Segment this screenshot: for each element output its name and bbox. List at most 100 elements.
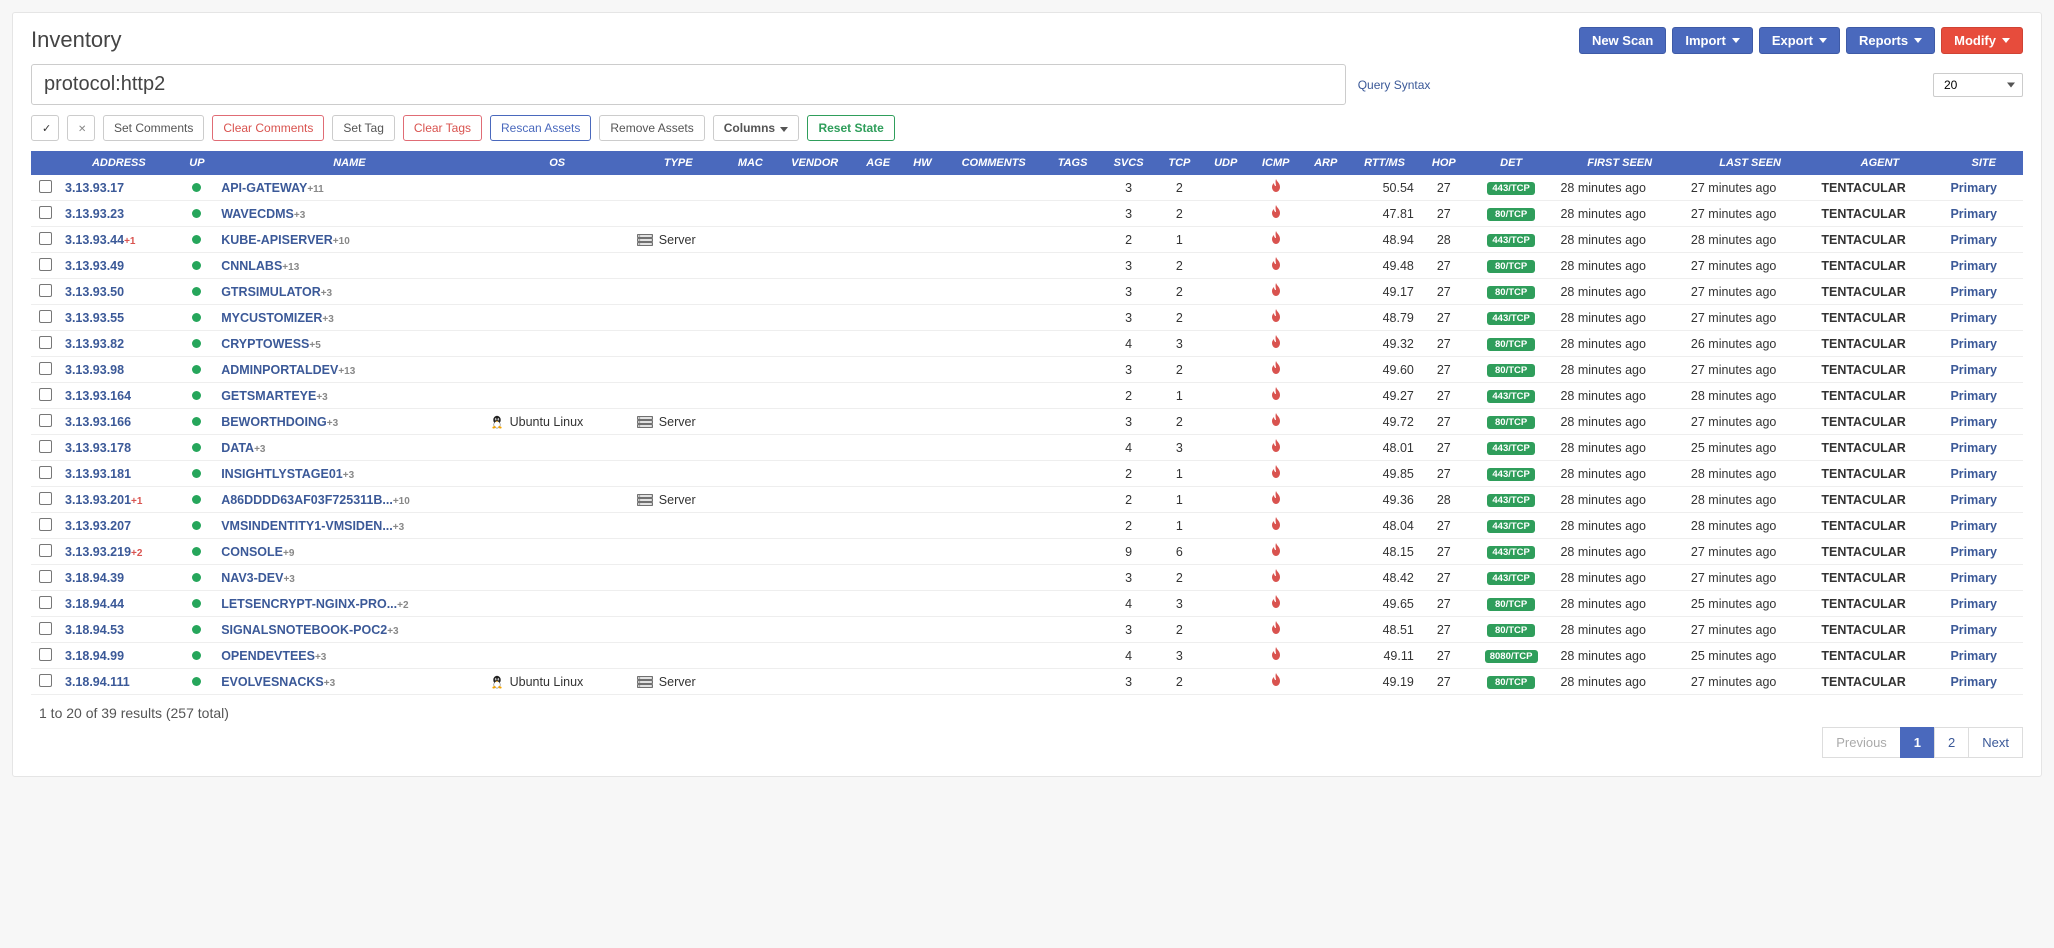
set-tag-button[interactable]: Set Tag xyxy=(332,115,394,141)
table-row[interactable]: 3.13.93.178DATA+34348.0127443/TCP28 minu… xyxy=(31,435,2023,461)
site-link[interactable]: Primary xyxy=(1950,675,1997,689)
row-checkbox[interactable] xyxy=(39,180,52,193)
site-link[interactable]: Primary xyxy=(1950,545,1997,559)
import-button[interactable]: Import xyxy=(1672,27,1752,54)
confirm-button[interactable] xyxy=(31,115,59,141)
name-link[interactable]: CRYPTOWESS xyxy=(221,337,309,351)
name-link[interactable]: ADMINPORTALDEV xyxy=(221,363,338,377)
site-link[interactable]: Primary xyxy=(1950,311,1997,325)
site-link[interactable]: Primary xyxy=(1950,597,1997,611)
site-link[interactable]: Primary xyxy=(1950,285,1997,299)
address-link[interactable]: 3.13.93.164 xyxy=(65,389,131,403)
row-checkbox[interactable] xyxy=(39,596,52,609)
site-link[interactable]: Primary xyxy=(1950,519,1997,533)
site-link[interactable]: Primary xyxy=(1950,623,1997,637)
name-link[interactable]: INSIGHTLYSTAGE01 xyxy=(221,467,343,481)
name-link[interactable]: DATA xyxy=(221,441,254,455)
row-checkbox[interactable] xyxy=(39,518,52,531)
set-comments-button[interactable]: Set Comments xyxy=(103,115,204,141)
clear-comments-button[interactable]: Clear Comments xyxy=(212,115,324,141)
row-checkbox[interactable] xyxy=(39,466,52,479)
address-link[interactable]: 3.13.93.181 xyxy=(65,467,131,481)
clear-button[interactable] xyxy=(67,115,95,141)
site-link[interactable]: Primary xyxy=(1950,493,1997,507)
site-link[interactable]: Primary xyxy=(1950,207,1997,221)
name-link[interactable]: MYCUSTOMIZER xyxy=(221,311,322,325)
table-row[interactable]: 3.18.94.53SIGNALSNOTEBOOK-POC2+33248.512… xyxy=(31,617,2023,643)
site-link[interactable]: Primary xyxy=(1950,415,1997,429)
site-link[interactable]: Primary xyxy=(1950,441,1997,455)
col-type[interactable]: TYPE xyxy=(631,151,726,175)
address-link[interactable]: 3.13.93.98 xyxy=(65,363,124,377)
name-link[interactable]: LETSENCRYPT-NGINX-PRO... xyxy=(221,597,397,611)
name-link[interactable]: BEWORTHDOING xyxy=(221,415,327,429)
table-row[interactable]: 3.13.93.207VMSINDENTITY1-VMSIDEN...+3214… xyxy=(31,513,2023,539)
address-link[interactable]: 3.13.93.166 xyxy=(65,415,131,429)
name-link[interactable]: VMSINDENTITY1-VMSIDEN... xyxy=(221,519,393,533)
row-checkbox[interactable] xyxy=(39,258,52,271)
rescan-assets-button[interactable]: Rescan Assets xyxy=(490,115,591,141)
col-mac[interactable]: MAC xyxy=(726,151,776,175)
col-rtt[interactable]: RTT/MS xyxy=(1349,151,1420,175)
pagination-page-2[interactable]: 2 xyxy=(1934,727,1969,758)
query-syntax-link[interactable]: Query Syntax xyxy=(1358,78,1431,92)
table-row[interactable]: 3.13.93.82CRYPTOWESS+54349.322780/TCP28 … xyxy=(31,331,2023,357)
site-link[interactable]: Primary xyxy=(1950,337,1997,351)
table-row[interactable]: 3.18.94.44LETSENCRYPT-NGINX-PRO...+24349… xyxy=(31,591,2023,617)
export-button[interactable]: Export xyxy=(1759,27,1840,54)
search-input[interactable] xyxy=(31,64,1346,105)
table-row[interactable]: 3.13.93.98ADMINPORTALDEV+133249.602780/T… xyxy=(31,357,2023,383)
address-link[interactable]: 3.13.93.207 xyxy=(65,519,131,533)
address-link[interactable]: 3.18.94.44 xyxy=(65,597,124,611)
name-link[interactable]: NAV3-DEV xyxy=(221,571,283,585)
name-link[interactable]: CNNLABS xyxy=(221,259,282,273)
name-link[interactable]: SIGNALSNOTEBOOK-POC2 xyxy=(221,623,387,637)
name-link[interactable]: A86DDDD63AF03F725311B... xyxy=(221,493,393,507)
name-link[interactable]: OPENDEVTEES xyxy=(221,649,315,663)
address-link[interactable]: 3.13.93.50 xyxy=(65,285,124,299)
name-link[interactable]: GTRSIMULATOR xyxy=(221,285,321,299)
table-row[interactable]: 3.13.93.219+2CONSOLE+99648.1527443/TCP28… xyxy=(31,539,2023,565)
col-hw[interactable]: HW xyxy=(902,151,943,175)
col-address[interactable]: ADDRESS xyxy=(59,151,179,175)
site-link[interactable]: Primary xyxy=(1950,389,1997,403)
row-checkbox[interactable] xyxy=(39,336,52,349)
address-link[interactable]: 3.13.93.82 xyxy=(65,337,124,351)
table-row[interactable]: 3.13.93.164GETSMARTEYE+32149.2727443/TCP… xyxy=(31,383,2023,409)
row-checkbox[interactable] xyxy=(39,544,52,557)
col-age[interactable]: AGE xyxy=(854,151,902,175)
address-link[interactable]: 3.18.94.53 xyxy=(65,623,124,637)
address-link[interactable]: 3.13.93.201 xyxy=(65,493,131,507)
row-checkbox[interactable] xyxy=(39,570,52,583)
col-tcp[interactable]: TCP xyxy=(1157,151,1202,175)
site-link[interactable]: Primary xyxy=(1950,571,1997,585)
col-first-seen[interactable]: FIRST SEEN xyxy=(1554,151,1684,175)
table-row[interactable]: 3.13.93.181INSIGHTLYSTAGE01+32149.852744… xyxy=(31,461,2023,487)
col-agent[interactable]: AGENT xyxy=(1815,151,1944,175)
table-row[interactable]: 3.13.93.23WAVECDMS+33247.812780/TCP28 mi… xyxy=(31,201,2023,227)
table-row[interactable]: 3.13.93.50GTRSIMULATOR+33249.172780/TCP2… xyxy=(31,279,2023,305)
address-link[interactable]: 3.13.93.17 xyxy=(65,181,124,195)
site-link[interactable]: Primary xyxy=(1950,649,1997,663)
col-os[interactable]: OS xyxy=(484,151,631,175)
col-udp[interactable]: UDP xyxy=(1202,151,1249,175)
col-vendor[interactable]: VENDOR xyxy=(775,151,854,175)
name-link[interactable]: KUBE-APISERVER xyxy=(221,233,333,247)
row-checkbox[interactable] xyxy=(39,492,52,505)
address-link[interactable]: 3.13.93.23 xyxy=(65,207,124,221)
table-row[interactable]: 3.13.93.201+1A86DDDD63AF03F725311B...+10… xyxy=(31,487,2023,513)
pagination-previous[interactable]: Previous xyxy=(1822,727,1901,758)
col-tags[interactable]: TAGS xyxy=(1045,151,1101,175)
address-link[interactable]: 3.18.94.39 xyxy=(65,571,124,585)
col-up[interactable]: UP xyxy=(179,151,216,175)
site-link[interactable]: Primary xyxy=(1950,363,1997,377)
address-link[interactable]: 3.13.93.219 xyxy=(65,545,131,559)
row-checkbox[interactable] xyxy=(39,414,52,427)
row-checkbox[interactable] xyxy=(39,648,52,661)
pagination-page-1[interactable]: 1 xyxy=(1900,727,1935,758)
col-svcs[interactable]: SVCS xyxy=(1101,151,1157,175)
address-link[interactable]: 3.18.94.99 xyxy=(65,649,124,663)
site-link[interactable]: Primary xyxy=(1950,259,1997,273)
modify-button[interactable]: Modify xyxy=(1941,27,2023,54)
reports-button[interactable]: Reports xyxy=(1846,27,1935,54)
